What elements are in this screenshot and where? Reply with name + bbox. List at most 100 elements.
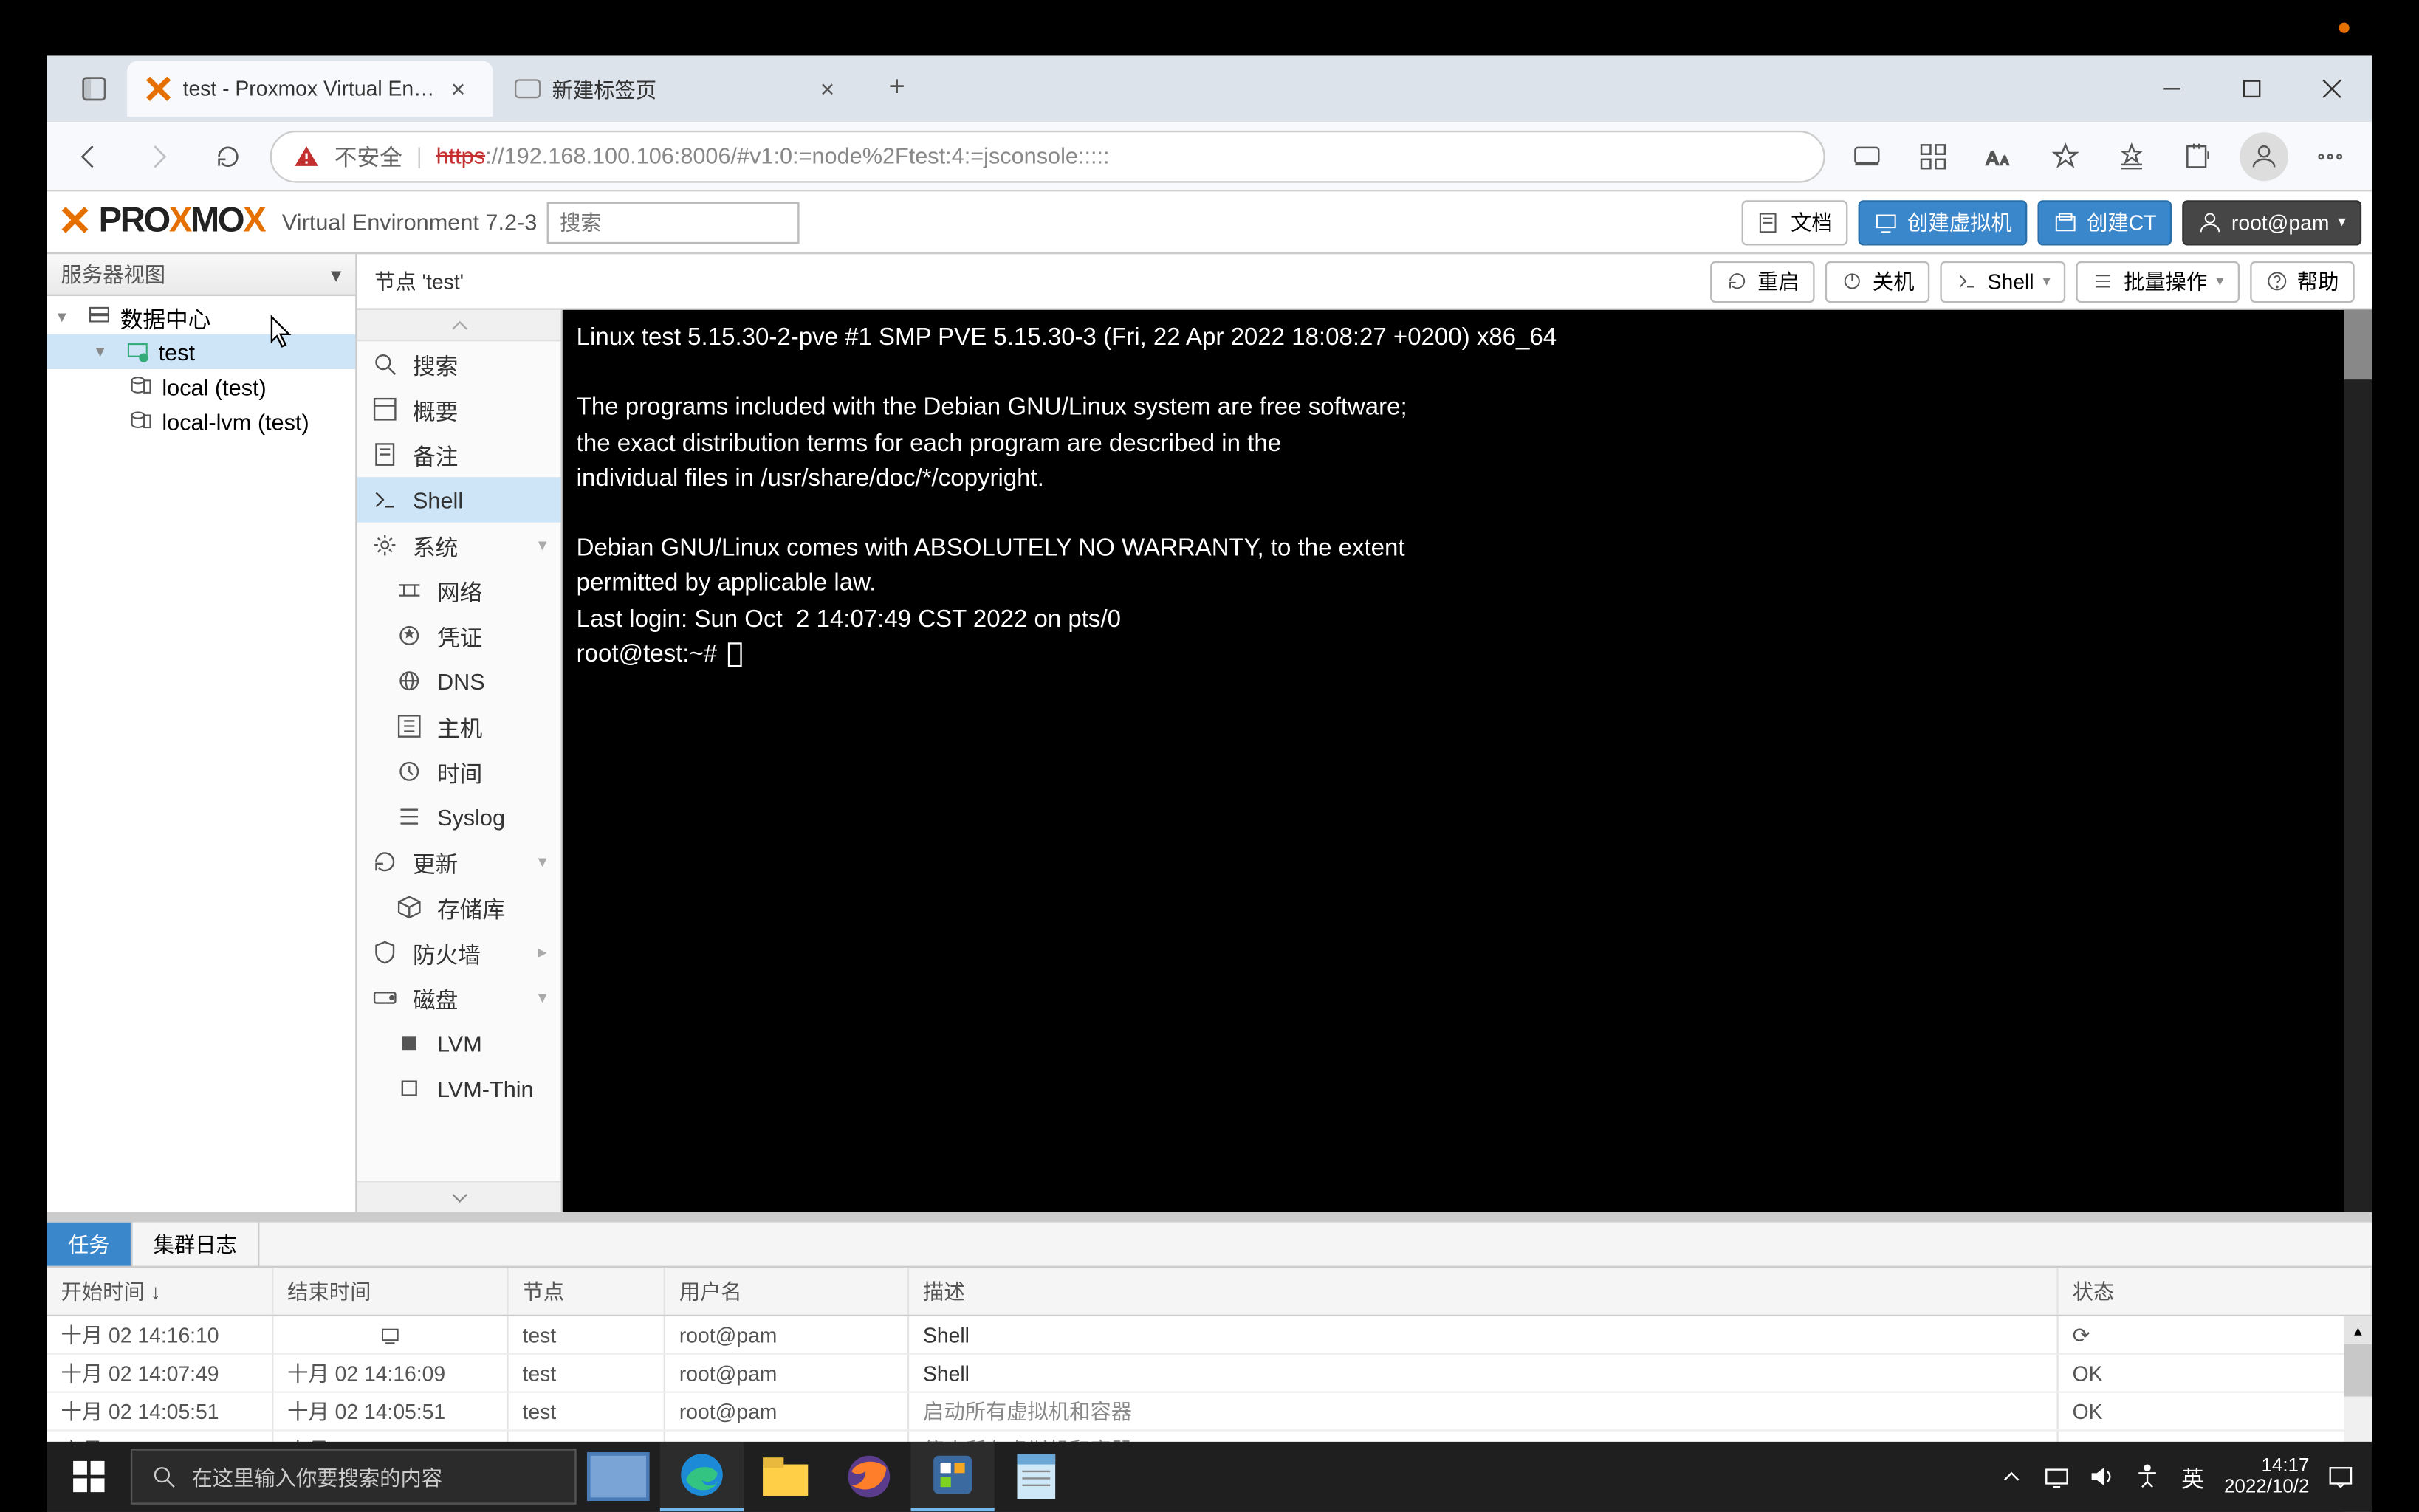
tray-ime-icon[interactable]: 英 bbox=[2179, 1463, 2207, 1491]
favorite-icon[interactable] bbox=[2037, 128, 2093, 183]
taskbar-app-thumbnail[interactable] bbox=[577, 1443, 660, 1512]
tray-notifications-icon[interactable] bbox=[2327, 1463, 2355, 1491]
menu-certs[interactable]: 凭证 bbox=[357, 613, 560, 658]
back-button[interactable] bbox=[61, 128, 117, 183]
tree-storage-local[interactable]: local (test) bbox=[47, 369, 355, 404]
taskbar-search[interactable]: 在这里输入你要搜索的内容 bbox=[131, 1449, 577, 1505]
collapse-icon[interactable]: ▾ bbox=[96, 342, 117, 361]
create-vm-button[interactable]: 创建虚拟机 bbox=[1859, 199, 2028, 244]
menu-time[interactable]: 时间 bbox=[357, 749, 560, 794]
favorites-bar-icon[interactable] bbox=[2104, 128, 2159, 183]
bulk-actions-button[interactable]: 批量操作▾ bbox=[2076, 261, 2240, 303]
browser-tab-active[interactable]: test - Proxmox Virtual Environme × bbox=[127, 61, 493, 117]
browser-toolbar-actions: AA bbox=[1839, 128, 2358, 183]
gear-icon bbox=[371, 531, 399, 559]
shield-icon bbox=[371, 938, 399, 966]
menu-lvm[interactable]: LVM bbox=[357, 1020, 560, 1065]
tray-volume-icon[interactable] bbox=[2088, 1463, 2116, 1491]
menu-syslog[interactable]: Syslog bbox=[357, 794, 560, 839]
certificate-icon bbox=[395, 622, 423, 650]
reload-button[interactable] bbox=[200, 128, 255, 183]
collections-icon[interactable] bbox=[2170, 128, 2226, 183]
taskbar-notepad[interactable] bbox=[995, 1443, 1078, 1512]
menu-repos[interactable]: 存储库 bbox=[357, 884, 560, 929]
desktop-app-icon[interactable] bbox=[1839, 128, 1895, 183]
hdd-icon bbox=[371, 984, 399, 1012]
shell-terminal[interactable]: Linux test 5.15.30-2-pve #1 SMP PVE 5.15… bbox=[563, 310, 2372, 1212]
col-end[interactable]: 结束时间 bbox=[273, 1268, 508, 1316]
close-tab-icon[interactable]: × bbox=[820, 77, 845, 101]
tray-accessibility-icon[interactable] bbox=[2133, 1463, 2161, 1491]
col-user[interactable]: 用户名 bbox=[665, 1268, 909, 1316]
more-menu-icon[interactable] bbox=[2302, 128, 2358, 183]
profile-avatar[interactable] bbox=[2236, 128, 2291, 183]
taskbar-vmware[interactable] bbox=[911, 1443, 995, 1512]
menu-scroll-down[interactable] bbox=[357, 1181, 560, 1212]
menu-search[interactable]: 搜索 bbox=[357, 341, 560, 386]
create-ct-button[interactable]: 创建CT bbox=[2038, 199, 2172, 244]
taskbar-apps bbox=[577, 1443, 1078, 1512]
new-tab-button[interactable]: + bbox=[873, 64, 922, 113]
menu-hosts[interactable]: 主机 bbox=[357, 704, 560, 749]
menu-shell[interactable]: Shell bbox=[357, 477, 560, 522]
chevron-right-icon: ▸ bbox=[538, 943, 547, 962]
browser-tab-inactive[interactable]: 新建标签页 × bbox=[496, 61, 862, 117]
globe-icon bbox=[395, 667, 423, 695]
camera-indicator-dot bbox=[2339, 23, 2350, 33]
taskbar-edge[interactable] bbox=[660, 1443, 744, 1512]
storage-icon bbox=[127, 408, 155, 436]
col-start[interactable]: 开始时间 ↓ bbox=[47, 1268, 274, 1316]
menu-updates[interactable]: 更新▾ bbox=[357, 839, 560, 884]
table-row[interactable]: 十月 02 14:05:51十月 02 14:05:51testroot@pam… bbox=[47, 1394, 2372, 1432]
tray-clock[interactable]: 14:17 2022/10/2 bbox=[2224, 1456, 2309, 1498]
extensions-icon[interactable] bbox=[1905, 128, 1960, 183]
shutdown-button[interactable]: 关机 bbox=[1825, 261, 1930, 303]
log-tab-cluster[interactable]: 集群日志 bbox=[132, 1223, 259, 1266]
tray-network-icon[interactable] bbox=[2043, 1463, 2071, 1491]
maximize-button[interactable] bbox=[2212, 55, 2291, 122]
view-selector[interactable]: 服务器视图 ▾ bbox=[47, 254, 355, 296]
collapse-icon[interactable]: ▾ bbox=[58, 307, 78, 326]
taskbar-explorer[interactable] bbox=[744, 1443, 827, 1512]
taskbar-firefox[interactable] bbox=[827, 1443, 910, 1512]
terminal-output: Linux test 5.15.30-2-pve #1 SMP PVE 5.15… bbox=[577, 322, 1557, 666]
menu-firewall[interactable]: 防火墙▸ bbox=[357, 929, 560, 975]
user-menu-button[interactable]: root@pam ▾ bbox=[2183, 199, 2361, 244]
terminal-scrollbar[interactable] bbox=[2344, 310, 2372, 1212]
menu-network[interactable]: 网络 bbox=[357, 568, 560, 613]
tray-chevron-up-icon[interactable] bbox=[1997, 1463, 2025, 1491]
col-status[interactable]: 状态 bbox=[2059, 1268, 2372, 1316]
menu-notes[interactable]: 备注 bbox=[357, 432, 560, 477]
browser-tabstrip: test - Proxmox Virtual Environme × 新建标签页… bbox=[47, 55, 2372, 122]
hosts-icon bbox=[395, 712, 423, 740]
pve-version-label: Virtual Environment 7.2-3 bbox=[282, 209, 537, 235]
docs-button[interactable]: 文档 bbox=[1742, 199, 1848, 244]
menu-dns[interactable]: DNS bbox=[357, 659, 560, 704]
pve-global-search[interactable] bbox=[547, 201, 800, 243]
menu-lvmthin[interactable]: LVM-Thin bbox=[357, 1065, 560, 1110]
help-button[interactable]: 帮助 bbox=[2250, 261, 2355, 303]
log-tab-tasks[interactable]: 任务 bbox=[47, 1223, 133, 1266]
menu-system[interactable]: 系统▾ bbox=[357, 523, 560, 568]
menu-scroll-up[interactable] bbox=[357, 310, 560, 341]
menu-disks[interactable]: 磁盘▾ bbox=[357, 975, 560, 1020]
col-desc[interactable]: 描述 bbox=[909, 1268, 2059, 1316]
tree-storage-locallvm[interactable]: local-lvm (test) bbox=[47, 404, 355, 439]
address-bar[interactable]: 不安全 | https://192.168.100.106:8006/#v1:0… bbox=[270, 130, 1825, 182]
close-window-button[interactable] bbox=[2292, 55, 2372, 122]
col-node[interactable]: 节点 bbox=[509, 1268, 665, 1316]
reboot-button[interactable]: 重启 bbox=[1711, 261, 1816, 303]
windows-taskbar: 在这里输入你要搜索的内容 英 14:17 2022/10/2 bbox=[47, 1443, 2372, 1512]
minimize-button[interactable] bbox=[2132, 55, 2212, 122]
system-tray: 英 14:17 2022/10/2 bbox=[1980, 1443, 2372, 1512]
text-size-icon[interactable]: AA bbox=[1972, 128, 2027, 183]
start-button[interactable] bbox=[47, 1443, 131, 1512]
tree-node-test[interactable]: ▾ test bbox=[47, 334, 355, 369]
tab-actions-button[interactable] bbox=[61, 55, 128, 122]
shell-dropdown-button[interactable]: Shell▾ bbox=[1941, 261, 2066, 303]
tree-datacenter[interactable]: ▾ 数据中心 bbox=[47, 300, 355, 334]
table-row[interactable]: 十月 02 14:16:10testroot@pamShell⟳ bbox=[47, 1317, 2372, 1355]
table-row[interactable]: 十月 02 14:07:49十月 02 14:16:09testroot@pam… bbox=[47, 1355, 2372, 1394]
menu-summary[interactable]: 概要 bbox=[357, 387, 560, 432]
close-tab-icon[interactable]: × bbox=[451, 77, 476, 101]
